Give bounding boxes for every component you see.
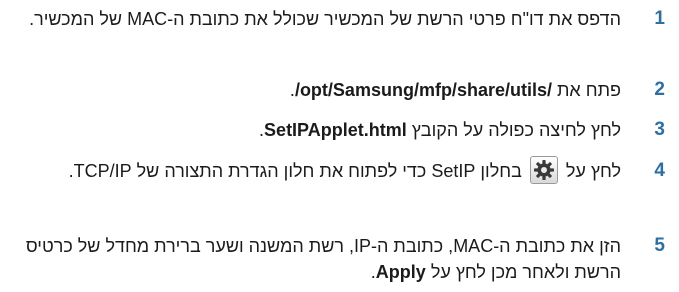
step-text: פתח את /opt/Samsung/mfp/share/utils/. [16,77,621,103]
step-number: 2 [654,79,665,100]
apply-label: Apply [375,262,426,282]
file-name: SetIPApplet.html [264,120,407,140]
step-text-prefix: לחץ לחיצה כפולה על הקובץ [406,120,621,140]
instruction-steps: 1 הדפס את דו"ח פרטי הרשת של המכשיר שכולל… [0,0,679,292]
step-text: לחץ לחיצה כפולה על הקובץ SetIPApplet.htm… [16,117,621,143]
step-text: הזן את כתובת ה-MAC, כתובת ה-IP, רשת המשנ… [16,233,621,285]
step-text-prefix: פתח את [551,80,621,100]
settings-gear-icon [529,156,558,185]
step-text: לחץ על בחלון SetIP כדי לפתוח את חלון הגד… [16,156,621,185]
step-text-prefix: הזן את כתובת ה-MAC, כתובת ה-IP, רשת המשנ… [25,236,621,282]
step-number: 4 [654,160,665,181]
step-text: הדפס את דו"ח פרטי הרשת של המכשיר שכולל א… [29,9,621,29]
step-number: 1 [654,8,665,29]
step-text-prefix: לחץ על [560,161,621,181]
step-number: 3 [654,119,665,140]
step-number: 5 [654,235,665,256]
step-text-suffix: בחלון SetIP כדי לפתוח את חלון הגדרת התצו… [68,161,527,181]
folder-path: /opt/Samsung/mfp/share/utils/ [294,80,552,100]
